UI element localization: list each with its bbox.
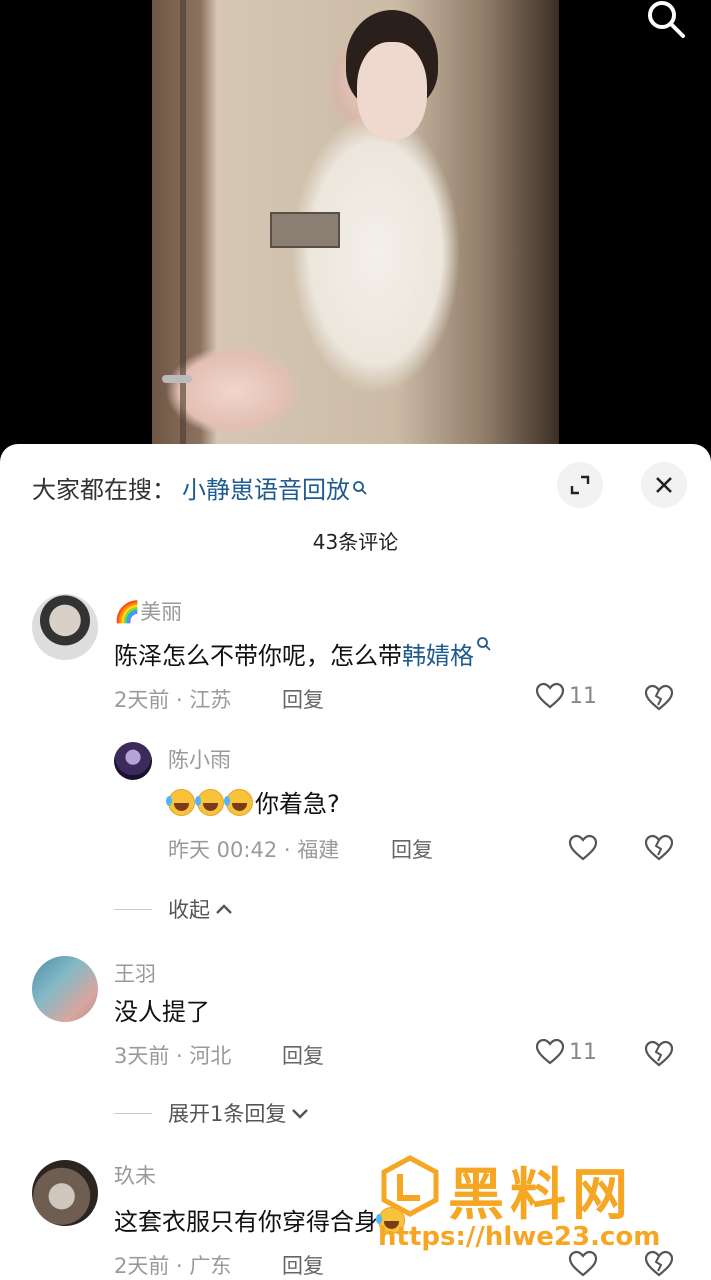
comment-author[interactable]: 🌈美丽 (114, 596, 182, 626)
watermark-brand: 黑料网 (448, 1163, 634, 1228)
chevron-up-icon (216, 904, 232, 914)
avatar[interactable] (114, 742, 152, 780)
broken-heart-icon[interactable] (644, 834, 674, 862)
comment-text: 没人提了 (114, 998, 210, 1026)
avatar[interactable] (32, 1160, 98, 1226)
watermark-url: https://hlwe23.com (378, 1222, 661, 1252)
heart-icon (535, 682, 565, 709)
collapse-replies-toggle[interactable]: 收起 (114, 894, 234, 924)
door-frame (180, 0, 186, 460)
laughing-emoji-icon (224, 789, 253, 816)
comment-time-location: 3天前 · 河北 (114, 1044, 232, 1068)
trending-query-link[interactable]: 小静崽语音回放 (182, 470, 350, 505)
comment-mention-link[interactable]: 韩婧格 (402, 642, 474, 670)
reply-author[interactable]: 陈小雨 (168, 744, 231, 774)
reply-button[interactable]: 回复 (282, 1250, 324, 1280)
video-player[interactable] (0, 0, 711, 460)
person-face (357, 42, 427, 140)
trending-search: 大家都在搜： 小静崽语音回放 (32, 470, 368, 505)
like-count: 11 (569, 683, 597, 709)
reply-time-location: 昨天 00:42 · 福建 (168, 838, 340, 862)
laughing-emoji-icon (195, 789, 224, 816)
comment-author[interactable]: 玖未 (114, 1160, 156, 1190)
reply-button[interactable]: 回复 (282, 1040, 324, 1070)
comment-time-location: 2天前 · 广东 (114, 1254, 232, 1278)
close-button[interactable] (641, 462, 687, 508)
comment-time-location: 2天前 · 江苏 (114, 688, 232, 712)
like-button[interactable]: 11 (535, 1038, 597, 1066)
comment-text: 这套衣服只有你穿得合身 (114, 1202, 407, 1237)
broken-heart-icon[interactable] (644, 1040, 674, 1068)
expand-replies-toggle[interactable]: 展开1条回复 (114, 1098, 310, 1128)
chevron-down-icon (292, 1109, 309, 1119)
watermark-logo-icon (381, 1155, 439, 1217)
broken-heart-icon[interactable] (644, 684, 674, 712)
door-handle (162, 375, 192, 383)
watermark: 黑料网 https://hlwe23.com (378, 1150, 708, 1260)
comment-text-plain: 陈泽怎么不带你呢，怎么带 (114, 642, 402, 670)
reply-text: 你着急? (166, 784, 340, 819)
comment-text: 陈泽怎么不带你呢，怎么带韩婧格 (114, 636, 492, 671)
reply-text-body: 你着急? (255, 790, 340, 818)
comment-count: 43条评论 (312, 530, 399, 554)
trending-prefix: 大家都在搜： (32, 476, 176, 504)
expand-button[interactable] (557, 462, 603, 508)
comment-author[interactable]: 王羽 (114, 958, 156, 988)
expand-icon (570, 475, 590, 495)
video-frame (152, 0, 559, 460)
like-count: 11 (569, 1039, 597, 1065)
toggle-label: 收起 (168, 898, 210, 922)
heart-icon (535, 1038, 565, 1065)
like-button[interactable]: 11 (535, 682, 597, 710)
search-icon[interactable] (476, 636, 492, 652)
comment-text-body: 这套衣服只有你穿得合身 (114, 1208, 378, 1236)
search-icon[interactable] (352, 480, 368, 496)
wall-switch (270, 212, 340, 248)
search-icon[interactable] (645, 0, 687, 40)
avatar[interactable] (32, 956, 98, 1022)
reply-button[interactable]: 回复 (391, 834, 433, 864)
reply-button[interactable]: 回复 (282, 684, 324, 714)
divider (114, 908, 152, 910)
avatar[interactable] (32, 594, 98, 660)
toggle-label: 展开1条回复 (168, 1102, 287, 1126)
laughing-emoji-icon (166, 789, 195, 816)
heart-icon[interactable] (568, 834, 598, 862)
divider (114, 1112, 152, 1114)
close-icon (656, 477, 672, 493)
